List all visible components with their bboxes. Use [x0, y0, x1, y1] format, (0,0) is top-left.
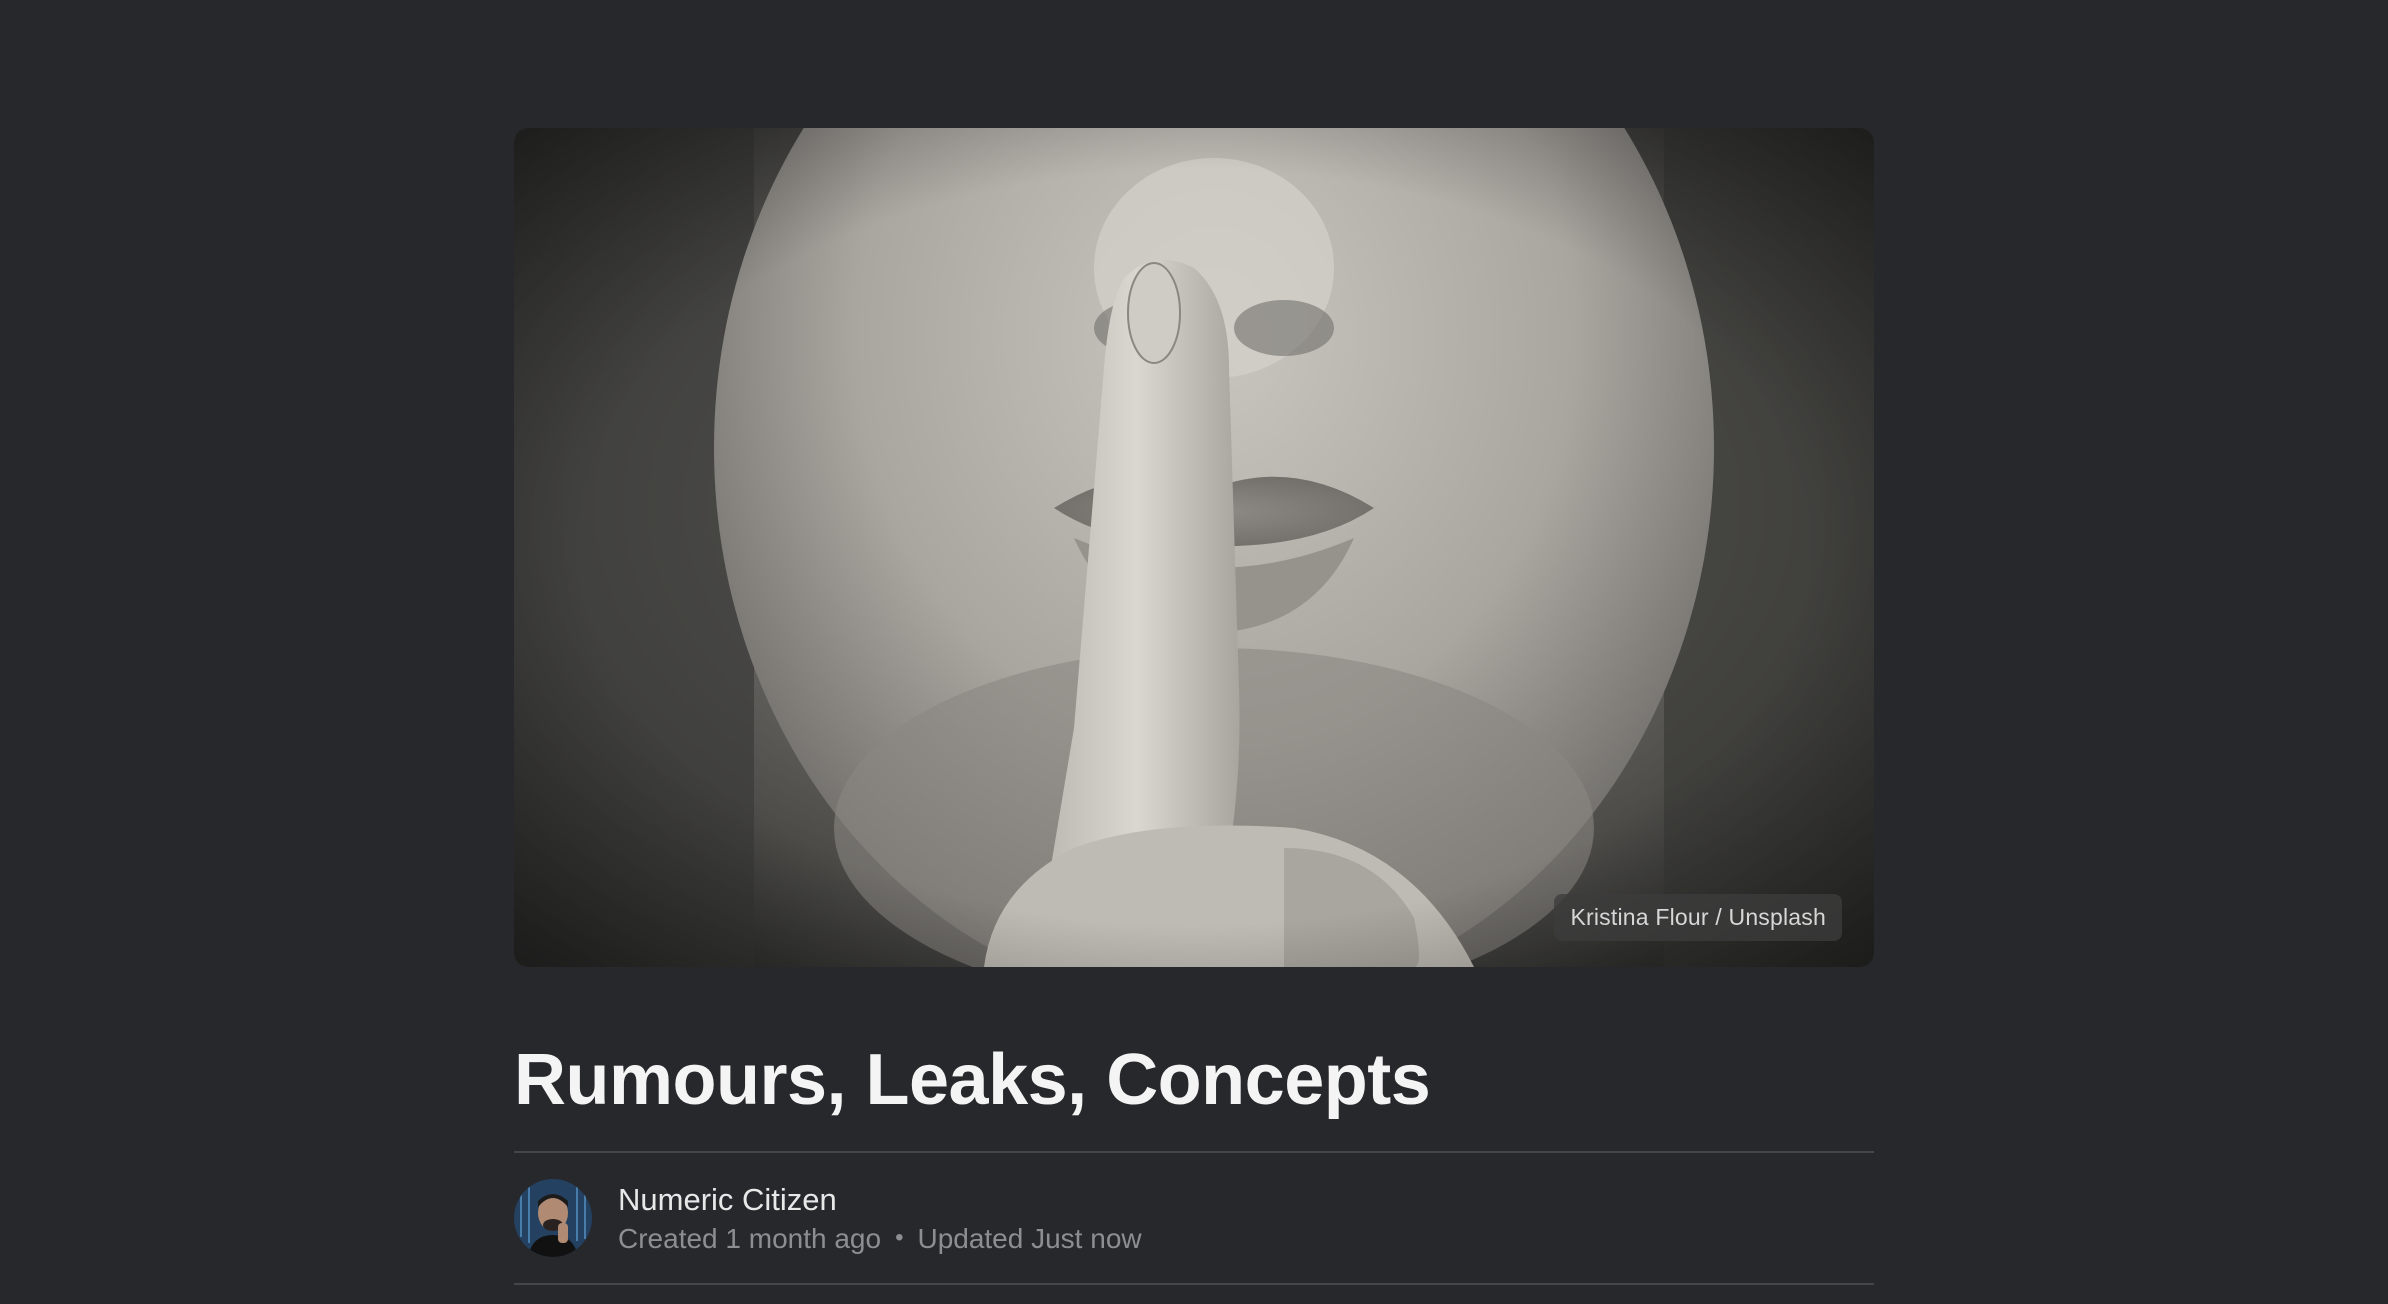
byline-meta: Numeric Citizen Created 1 month ago • Upda… — [618, 1181, 1142, 1256]
feature-image[interactable]: Kristina Flour / Unsplash — [514, 128, 1874, 967]
article-dates: Created 1 month ago • Updated Just now — [618, 1222, 1142, 1256]
author-name[interactable]: Numeric Citizen — [618, 1181, 1142, 1218]
shush-photo-icon — [514, 128, 1874, 967]
byline: Numeric Citizen Created 1 month ago • Upda… — [514, 1153, 1874, 1283]
article-column: Kristina Flour / Unsplash Rumours, Leaks… — [514, 128, 1874, 1286]
created-date: Created 1 month ago — [618, 1223, 882, 1255]
divider-bottom — [514, 1283, 1874, 1286]
author-avatar-icon[interactable] — [514, 1179, 592, 1258]
page-title: Rumours, Leaks, Concepts — [514, 1040, 1431, 1120]
updated-date: Updated Just now — [917, 1223, 1142, 1255]
separator-dot: • — [895, 1224, 904, 1252]
article-page: Kristina Flour / Unsplash Rumours, Leaks… — [0, 0, 2388, 1304]
image-credit[interactable]: Kristina Flour / Unsplash — [1554, 894, 1842, 941]
